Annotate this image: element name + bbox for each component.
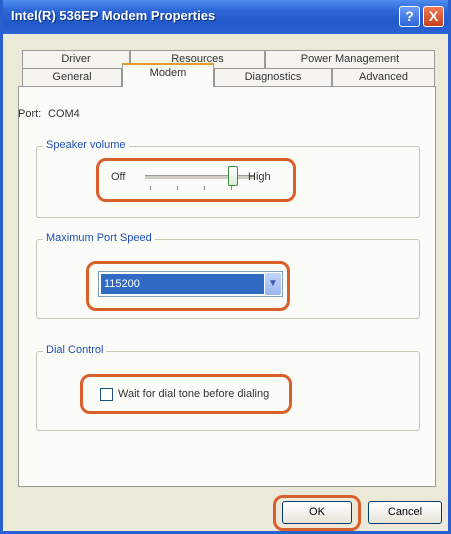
tab-modem[interactable]: Modem bbox=[122, 63, 214, 87]
help-button[interactable]: ? bbox=[399, 6, 420, 27]
volume-tick bbox=[204, 186, 205, 190]
volume-slider-thumb[interactable] bbox=[228, 166, 238, 186]
title-bar[interactable]: Intel(R) 536EP Modem Properties ? X bbox=[3, 0, 448, 34]
tab-diagnostics[interactable]: Diagnostics bbox=[214, 68, 332, 86]
max-port-speed-title: Maximum Port Speed bbox=[43, 232, 155, 244]
wait-dial-tone-checkbox[interactable] bbox=[100, 388, 113, 401]
volume-slider-track[interactable] bbox=[145, 175, 255, 179]
cancel-button[interactable]: Cancel bbox=[368, 501, 442, 524]
speaker-volume-title: Speaker volume bbox=[43, 139, 129, 151]
port-value: COM4 bbox=[48, 108, 80, 120]
wait-dial-tone-label[interactable]: Wait for dial tone before dialing bbox=[118, 388, 269, 400]
port-speed-value: 115200 bbox=[101, 274, 264, 294]
tab-advanced[interactable]: Advanced bbox=[332, 68, 435, 86]
tab-driver[interactable]: Driver bbox=[22, 50, 130, 68]
tab-general[interactable]: General bbox=[22, 68, 122, 86]
close-button[interactable]: X bbox=[423, 6, 444, 27]
volume-tick bbox=[177, 186, 178, 190]
volume-tick bbox=[150, 186, 151, 190]
dial-control-title: Dial Control bbox=[43, 344, 107, 356]
volume-off-label: Off bbox=[111, 171, 126, 183]
chevron-down-icon[interactable]: ▼ bbox=[265, 273, 281, 295]
tab-power-management[interactable]: Power Management bbox=[265, 50, 435, 68]
volume-tick bbox=[231, 186, 232, 190]
volume-high-label: High bbox=[248, 171, 271, 183]
port-label: Port: bbox=[18, 108, 42, 120]
port-speed-dropdown[interactable]: 115200 ▼ bbox=[98, 271, 283, 297]
ok-button[interactable]: OK bbox=[282, 501, 352, 524]
window-title: Intel(R) 536EP Modem Properties bbox=[11, 8, 216, 23]
